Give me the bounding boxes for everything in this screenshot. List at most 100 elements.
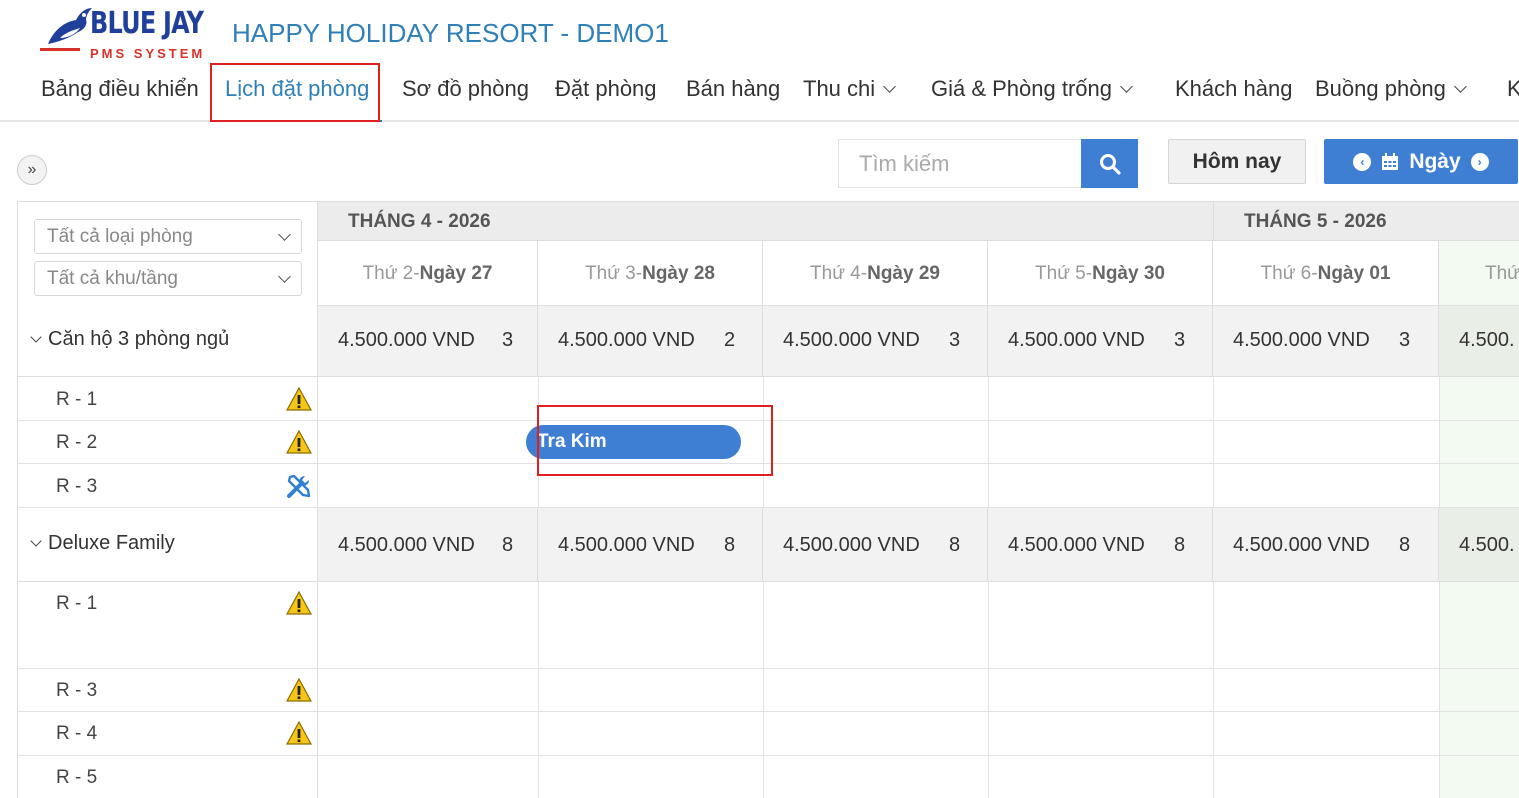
nav-label: Bán hàng: [686, 76, 781, 101]
room-cell[interactable]: R - 1: [18, 377, 318, 420]
grid-line: [988, 377, 989, 508]
price: 4.500.000 VND: [558, 329, 695, 351]
room-name: R - 3: [56, 476, 98, 497]
filter-panel: Tất cả loại phòng Tất cả khu/tầng: [18, 202, 318, 306]
price-cell[interactable]: 4.500.: [1439, 508, 1519, 581]
day-header[interactable]: Thứ 4-Ngày 29: [763, 241, 988, 306]
room-type-name[interactable]: Deluxe Family: [30, 532, 175, 555]
price-cell[interactable]: 4.500.000 VND 8: [763, 508, 988, 581]
nav-label: Thu chi: [803, 76, 876, 101]
brand-logo[interactable]: BLUE JAY PMS SYSTEM: [40, 4, 204, 61]
room-row: R - 4: [18, 712, 1519, 756]
grid-line: [988, 582, 989, 798]
available-count: 8: [1399, 534, 1411, 556]
available-count: 8: [724, 534, 736, 556]
room-name: R - 1: [56, 593, 98, 614]
chevron-down-icon: [1120, 80, 1133, 93]
booking-bar[interactable]: Tra Kim: [526, 425, 741, 459]
search-input[interactable]: [838, 139, 1082, 188]
calendar-icon: [1382, 152, 1399, 170]
main-nav: Bảng điều khiển Lịch đặt phòng Sơ đồ phò…: [0, 72, 1519, 122]
area-select[interactable]: Tất cả khu/tầng: [34, 261, 302, 296]
room-name: R - 1: [56, 389, 98, 410]
expand-sidebar-button[interactable]: »: [17, 155, 47, 185]
nav-rates-availability[interactable]: Giá & Phòng trống: [931, 76, 1133, 102]
room-row: R - 3: [18, 464, 1519, 508]
warning-icon[interactable]: [286, 430, 312, 454]
room-type-name[interactable]: Căn hộ 3 phòng ngủ: [30, 328, 229, 351]
active-tab-underline: [214, 120, 382, 122]
warning-icon[interactable]: [286, 721, 312, 745]
available-count: 2: [724, 329, 736, 351]
available-count: 8: [502, 534, 514, 556]
warning-icon[interactable]: [286, 387, 312, 411]
month-label: THÁNG 4 - 2026: [348, 211, 491, 232]
nav-reservations[interactable]: Đặt phòng: [555, 76, 657, 102]
month-label: THÁNG 5 - 2026: [1244, 211, 1387, 232]
price-cell[interactable]: 4.500.: [1439, 306, 1519, 376]
price-cell[interactable]: 4.500.000 VND 3: [318, 306, 538, 376]
today-button[interactable]: Hôm nay: [1168, 139, 1306, 184]
room-cell[interactable]: R - 3: [18, 669, 318, 711]
price: 4.500.000 VND: [558, 534, 695, 556]
day-view-button[interactable]: ‹ Ngày ›: [1324, 139, 1518, 184]
price: 4.500.000 VND: [1008, 329, 1145, 351]
day-header[interactable]: Thứ 5-Ngày 30: [988, 241, 1213, 306]
price-cell[interactable]: 4.500.000 VND 2: [538, 306, 763, 376]
available-count: 3: [1174, 329, 1186, 351]
price: 4.500.000 VND: [783, 534, 920, 556]
room-cell[interactable]: R - 4: [18, 712, 318, 755]
nav-more[interactable]: K: [1507, 76, 1519, 102]
price-cell[interactable]: 4.500.000 VND 3: [988, 306, 1213, 376]
price-cell[interactable]: 4.500.000 VND 8: [988, 508, 1213, 581]
room-name: R - 2: [56, 432, 98, 453]
nav-sales[interactable]: Bán hàng: [686, 76, 780, 102]
room-type-cell[interactable]: Căn hộ 3 phòng ngủ: [18, 306, 318, 376]
nav-income-expense[interactable]: Thu chi: [803, 76, 897, 102]
room-name: R - 4: [56, 723, 98, 744]
grid-line: [763, 377, 764, 508]
tools-icon[interactable]: [286, 473, 312, 499]
room-cell[interactable]: R - 1: [18, 582, 318, 668]
grid-line: [1439, 582, 1440, 798]
next-arrow-icon[interactable]: ›: [1470, 152, 1489, 171]
day-header[interactable]: Thứ 3-Ngày 28: [538, 241, 763, 306]
day-date: Ngày 28: [642, 263, 715, 284]
price-cell[interactable]: 4.500.000 VND 8: [318, 508, 538, 581]
room-type-cell[interactable]: Deluxe Family: [18, 508, 318, 581]
room-cell[interactable]: R - 2: [18, 421, 318, 463]
price-cell[interactable]: 4.500.000 VND 3: [1213, 306, 1439, 376]
nav-booking-calendar[interactable]: Lịch đặt phòng: [225, 76, 369, 102]
prev-arrow-icon[interactable]: ‹: [1353, 152, 1372, 171]
price: 4.500.: [1459, 329, 1515, 351]
nav-label: Buồng phòng: [1315, 76, 1446, 101]
search-button[interactable]: [1081, 139, 1138, 188]
warning-icon[interactable]: [286, 591, 312, 615]
price-cell[interactable]: 4.500.000 VND 8: [1213, 508, 1439, 581]
room-cell[interactable]: R - 5: [18, 756, 318, 798]
room-row: R - 1: [18, 377, 1519, 421]
room-type-row: Căn hộ 3 phòng ngủ 4.500.000 VND 3 4.500.…: [18, 306, 1519, 377]
nav-housekeeping[interactable]: Buồng phòng: [1315, 76, 1467, 102]
price: 4.500.000 VND: [338, 329, 475, 351]
chevron-down-icon: [883, 80, 897, 93]
room-type-select[interactable]: Tất cả loại phòng: [34, 219, 302, 254]
available-count: 3: [502, 329, 514, 351]
nav-room-map[interactable]: Sơ đồ phòng: [402, 76, 529, 102]
logo-text: BLUE JAY: [90, 6, 204, 41]
room-cell[interactable]: R - 3: [18, 464, 318, 507]
booking-calendar-grid: THÁNG 4 - 2026 THÁNG 5 - 2026 Thứ 2-Ngày…: [17, 201, 1519, 798]
warning-icon[interactable]: [286, 678, 312, 702]
price: 4.500.000 VND: [1233, 329, 1370, 351]
chevron-down-icon: [30, 331, 42, 343]
room-row: R - 1: [18, 582, 1519, 669]
nav-dashboard[interactable]: Bảng điều khiển: [41, 76, 199, 102]
logo-subtext: PMS SYSTEM: [90, 46, 206, 61]
price-cell[interactable]: 4.500.000 VND 3: [763, 306, 988, 376]
nav-customers[interactable]: Khách hàng: [1175, 76, 1292, 102]
weekday: Thứ 2-: [362, 263, 420, 284]
day-header[interactable]: Thứ 6-Ngày 01: [1213, 241, 1439, 306]
day-header[interactable]: Thứ: [1439, 241, 1519, 306]
day-header[interactable]: Thứ 2-Ngày 27: [318, 241, 538, 306]
price-cell[interactable]: 4.500.000 VND 8: [538, 508, 763, 581]
